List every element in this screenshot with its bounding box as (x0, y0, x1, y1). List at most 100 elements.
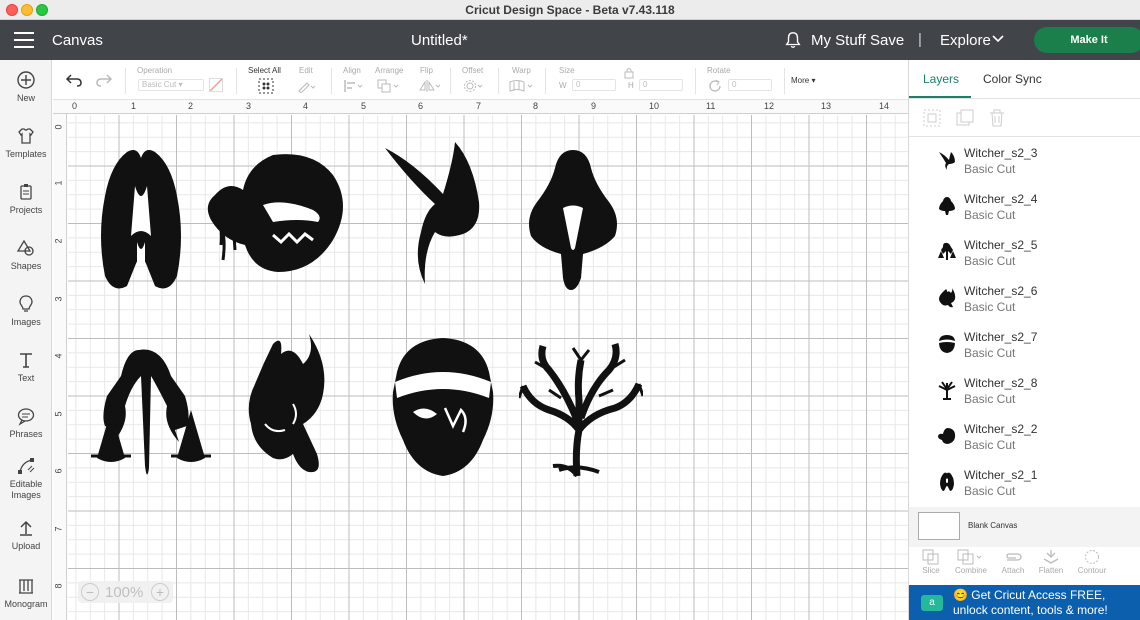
layer-item[interactable]: Witcher_s2_6 Basic Cut (909, 276, 1140, 322)
ruler-top-label: 9 (591, 101, 597, 111)
layer-item[interactable]: Witcher_s2_4 Basic Cut (909, 184, 1140, 230)
sidebar-item-label: Monogram (4, 599, 48, 609)
chevron-down-icon[interactable] (991, 34, 1005, 44)
sidebar-item-label: Templates (5, 149, 47, 159)
height-value: 0 (643, 80, 648, 89)
sidebar-item-upload[interactable]: Upload (0, 518, 52, 551)
tab-layers[interactable]: Layers (923, 72, 959, 86)
sidebar-item-new[interactable]: New (0, 70, 52, 103)
sidebar-item-label: Upload (11, 541, 41, 551)
arrange-icon[interactable] (377, 79, 401, 93)
explore-menu[interactable]: Explore (940, 32, 991, 49)
combine-label: Combine (954, 566, 987, 575)
flatten-icon (1043, 550, 1059, 564)
duplicate-icon[interactable] (956, 109, 974, 127)
trash-icon[interactable] (989, 109, 1005, 127)
sidebar-item-label: Text (17, 373, 35, 383)
ruler-left-label: 4 (53, 353, 64, 359)
vertical-ruler: 0 1 2 3 4 5 6 7 8 (53, 114, 67, 620)
witcher-s2-3-artwork[interactable] (383, 142, 483, 284)
left-sidebar: New Templates Projects Shapes Images Tex… (0, 60, 52, 620)
ruler-top-label: 14 (879, 101, 890, 111)
layer-item[interactable]: Witcher_s2_3 Basic Cut (909, 138, 1140, 184)
attach-button[interactable]: Attach (993, 547, 1033, 575)
sidebar-item-monogram[interactable]: Monogram (0, 576, 52, 609)
ruler-top-label: 1 (131, 101, 137, 111)
layer-item[interactable]: Witcher_s2_8 Basic Cut (909, 368, 1140, 414)
witcher-s2-5-artwork[interactable] (91, 346, 213, 482)
sidebar-item-projects[interactable]: Projects (0, 182, 52, 215)
operation-label: Operation (137, 66, 173, 75)
save-button[interactable]: Save (870, 32, 904, 49)
flatten-button[interactable]: Flatten (1031, 547, 1071, 575)
group-icon[interactable] (923, 109, 941, 127)
witcher-s2-7-artwork[interactable] (391, 336, 495, 478)
hamburger-menu-icon[interactable] (14, 32, 34, 48)
rotate-icon[interactable] (708, 79, 722, 93)
rotate-value: 0 (732, 80, 737, 89)
height-input[interactable]: 0 (639, 79, 683, 91)
rotate-input[interactable]: 0 (728, 79, 772, 91)
ruler-left-label: 6 (53, 468, 64, 474)
select-all-icon[interactable] (258, 78, 274, 94)
layer-thumbnail-icon (940, 472, 954, 491)
sidebar-item-text[interactable]: Text (0, 350, 52, 383)
sidebar-item-label: Shapes (10, 261, 42, 271)
warp-icon[interactable] (509, 79, 535, 93)
make-it-button[interactable]: Make It (1034, 27, 1140, 53)
sidebar-item-images[interactable]: Images (0, 294, 52, 327)
witcher-s2-8-artwork[interactable] (519, 340, 643, 478)
bell-icon[interactable] (784, 31, 802, 49)
layer-item[interactable]: Witcher_s2_2 Basic Cut (909, 414, 1140, 460)
layer-item[interactable]: Witcher_s2_7 Basic Cut (909, 322, 1140, 368)
blank-canvas-layer[interactable]: Blank Canvas (909, 507, 1140, 547)
slice-button[interactable]: Slice (911, 547, 951, 575)
witcher-s2-4-artwork[interactable] (525, 148, 621, 290)
sidebar-item-templates[interactable]: Templates (0, 126, 52, 159)
sidebar-item-editable-images[interactable]: Editable Images (0, 456, 52, 501)
layer-item[interactable]: Witcher_s2_5 Basic Cut (909, 230, 1140, 276)
align-icon[interactable] (343, 79, 365, 93)
layer-item[interactable]: Witcher_s2_1 Basic Cut (909, 460, 1140, 506)
witcher-s2-2-artwork[interactable] (203, 150, 348, 275)
more-menu[interactable]: More ▾ (791, 76, 815, 85)
operation-select[interactable]: Basic Cut ▾ (138, 79, 204, 91)
sidebar-item-phrases[interactable]: Phrases (0, 406, 52, 439)
tab-color-sync[interactable]: Color Sync (983, 72, 1042, 86)
width-input[interactable]: 0 (572, 79, 616, 91)
arrange-label: Arrange (375, 66, 404, 75)
flip-icon[interactable] (419, 79, 441, 93)
layer-name: Witcher_s2_8 (964, 376, 1038, 390)
layer-thumbnail-icon (938, 242, 956, 260)
zoom-in-button[interactable]: + (151, 583, 169, 601)
document-title[interactable]: Untitled* (411, 32, 468, 49)
witcher-s2-6-artwork[interactable] (243, 334, 329, 476)
layer-thumbnail-icon (938, 428, 956, 444)
my-stuff-link[interactable]: My Stuff (811, 32, 866, 49)
slice-label: Slice (922, 566, 940, 575)
offset-icon[interactable] (463, 79, 485, 93)
undo-icon[interactable] (65, 72, 83, 88)
zoom-out-button[interactable]: − (81, 583, 99, 601)
shapes-icon (16, 239, 34, 256)
select-all-label: Select All (248, 66, 281, 75)
lightbulb-icon (19, 295, 33, 312)
witcher-s2-1-artwork[interactable] (97, 146, 185, 294)
sidebar-item-shapes[interactable]: Shapes (0, 238, 52, 271)
cricut-access-promo-banner[interactable]: a 😊 Get Cricut Access FREE, unlock conte… (909, 585, 1140, 620)
lock-icon[interactable] (624, 67, 634, 79)
text-t-icon (20, 353, 32, 368)
window-title: Cricut Design Space - Beta v7.43.118 (465, 3, 675, 17)
layer-name: Witcher_s2_6 (964, 284, 1038, 298)
design-canvas[interactable]: 0 1 2 3 4 5 6 7 8 9 10 11 12 13 14 0 1 2… (53, 100, 908, 620)
combine-button[interactable]: Combine (951, 547, 991, 575)
ruler-top-label: 4 (303, 101, 309, 111)
layer-list: Witcher_s2_3 Basic Cut Witcher_s2_4 Basi… (909, 138, 1140, 508)
edit-pencil-icon[interactable] (297, 79, 317, 93)
ruler-top-label: 7 (476, 101, 482, 111)
redo-icon[interactable] (95, 72, 113, 88)
layer-operation: Basic Cut (964, 300, 1016, 314)
slice-icon (922, 549, 939, 565)
linetype-color-icon[interactable] (209, 78, 223, 92)
contour-button[interactable]: Contour (1072, 547, 1112, 575)
